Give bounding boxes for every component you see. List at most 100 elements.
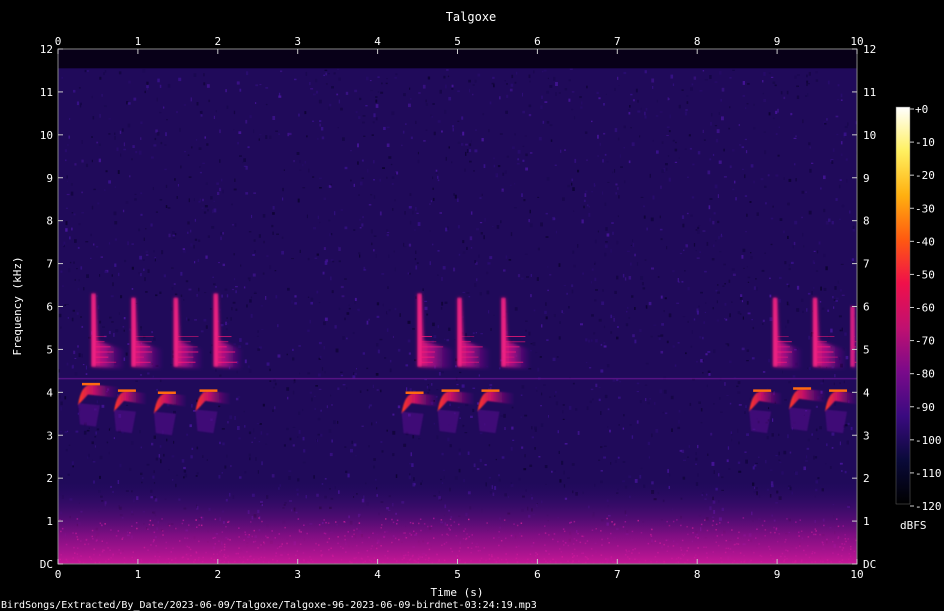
noise-speck bbox=[64, 304, 66, 306]
noise-speck bbox=[230, 465, 232, 468]
noise-speck bbox=[629, 105, 631, 108]
noise-speck bbox=[603, 103, 605, 106]
noise-speck bbox=[529, 209, 531, 214]
noise-speck bbox=[342, 384, 346, 386]
noise-speck bbox=[73, 350, 76, 355]
noise-speck bbox=[386, 126, 390, 129]
noise-speck bbox=[545, 302, 547, 306]
song-call-onset bbox=[813, 297, 818, 367]
noise-speck bbox=[473, 463, 476, 468]
noise-speck bbox=[583, 205, 585, 209]
noise-speck bbox=[814, 456, 818, 459]
noise-speck bbox=[230, 317, 232, 321]
noise-speck bbox=[233, 128, 235, 131]
noise-speck bbox=[238, 131, 242, 134]
noise-speck bbox=[715, 138, 719, 143]
noise-speck bbox=[379, 178, 381, 182]
noise-speck bbox=[559, 479, 562, 483]
noise-speck bbox=[158, 454, 160, 458]
noise-speck bbox=[809, 367, 811, 371]
noise-speck bbox=[827, 309, 830, 312]
noise-speck bbox=[131, 158, 133, 161]
noise-speck bbox=[731, 268, 735, 271]
noise-speck bbox=[324, 69, 328, 71]
noise-speck bbox=[503, 413, 506, 418]
noise-speck bbox=[665, 163, 668, 166]
noise-speck bbox=[543, 384, 546, 386]
noise-speck bbox=[479, 458, 482, 463]
noise-speck bbox=[488, 444, 491, 447]
noise-speck bbox=[253, 239, 256, 242]
noise-speck bbox=[265, 103, 268, 106]
noise-speck bbox=[678, 409, 681, 413]
noise-speck bbox=[715, 240, 717, 242]
noise-speck bbox=[806, 74, 808, 78]
noise-speck bbox=[416, 212, 419, 214]
noise-speck bbox=[796, 285, 800, 290]
noise-speck bbox=[813, 250, 816, 252]
noise-speck bbox=[399, 313, 401, 317]
noise-speck bbox=[762, 80, 764, 83]
noise-speck bbox=[457, 90, 460, 93]
noise-speck bbox=[155, 457, 158, 461]
noise-speck bbox=[597, 155, 599, 157]
noise-speck bbox=[616, 275, 619, 280]
noise-speck bbox=[569, 68, 573, 70]
noise-speck bbox=[620, 166, 623, 168]
noise-speck bbox=[95, 380, 97, 382]
noise-speck bbox=[247, 365, 250, 368]
noise-speck bbox=[380, 91, 384, 94]
noise-speck bbox=[555, 230, 557, 234]
spectrogram-chart: Talgoxe 0 1 2 3 4 5 6 7 8 9 10 0 1 2 3 4 5 6 7 8 9 10 DC1234… bbox=[1, 10, 942, 611]
noise-speck bbox=[835, 300, 838, 302]
noise-speck bbox=[464, 168, 466, 172]
noise-speck bbox=[489, 384, 493, 387]
noise-speck bbox=[370, 194, 373, 196]
noise-speck bbox=[218, 474, 221, 479]
noise-speck bbox=[845, 355, 849, 360]
noise-speck bbox=[174, 178, 176, 181]
noise-speck bbox=[370, 89, 374, 92]
noise-speck bbox=[546, 177, 550, 181]
noise-speck bbox=[220, 323, 224, 327]
noise-speck bbox=[260, 305, 263, 307]
noise-speck bbox=[517, 274, 521, 278]
noise-speck bbox=[362, 121, 365, 124]
noise-speck bbox=[644, 384, 648, 386]
noise-speck bbox=[346, 312, 350, 315]
noise-speck bbox=[470, 247, 473, 249]
noise-speck bbox=[836, 133, 839, 136]
noise-speck bbox=[490, 328, 492, 331]
noise-speck bbox=[646, 227, 648, 231]
noise-speck bbox=[787, 434, 789, 439]
noise-speck bbox=[306, 135, 308, 138]
noise-speck bbox=[387, 254, 390, 259]
noise-speck bbox=[76, 268, 78, 270]
noise-speck bbox=[193, 410, 196, 412]
noise-speck bbox=[478, 254, 480, 258]
noise-speck bbox=[67, 473, 70, 476]
noise-speck bbox=[127, 241, 129, 246]
noise-speck bbox=[248, 231, 252, 233]
noise-speck bbox=[765, 202, 767, 205]
noise-speck bbox=[451, 88, 454, 90]
noise-speck bbox=[795, 178, 797, 182]
noise-speck bbox=[506, 94, 509, 98]
colorbar-tick-label: -120 bbox=[915, 500, 942, 513]
noise-speck bbox=[259, 84, 262, 86]
noise-speck bbox=[412, 328, 415, 330]
noise-speck bbox=[469, 236, 473, 241]
noise-speck bbox=[359, 218, 361, 221]
noise-speck bbox=[472, 387, 476, 389]
noise-speck bbox=[844, 470, 847, 474]
noise-speck bbox=[286, 387, 290, 391]
noise-speck bbox=[318, 99, 322, 104]
colorbar-tick-label: -30 bbox=[915, 202, 935, 215]
noise-speck bbox=[551, 470, 553, 473]
noise-speck bbox=[77, 412, 79, 415]
noise-speck bbox=[440, 478, 442, 481]
noise-speck bbox=[584, 131, 588, 134]
noise-speck bbox=[786, 283, 789, 285]
noise-speck bbox=[259, 134, 262, 136]
noise-speck bbox=[504, 427, 506, 430]
